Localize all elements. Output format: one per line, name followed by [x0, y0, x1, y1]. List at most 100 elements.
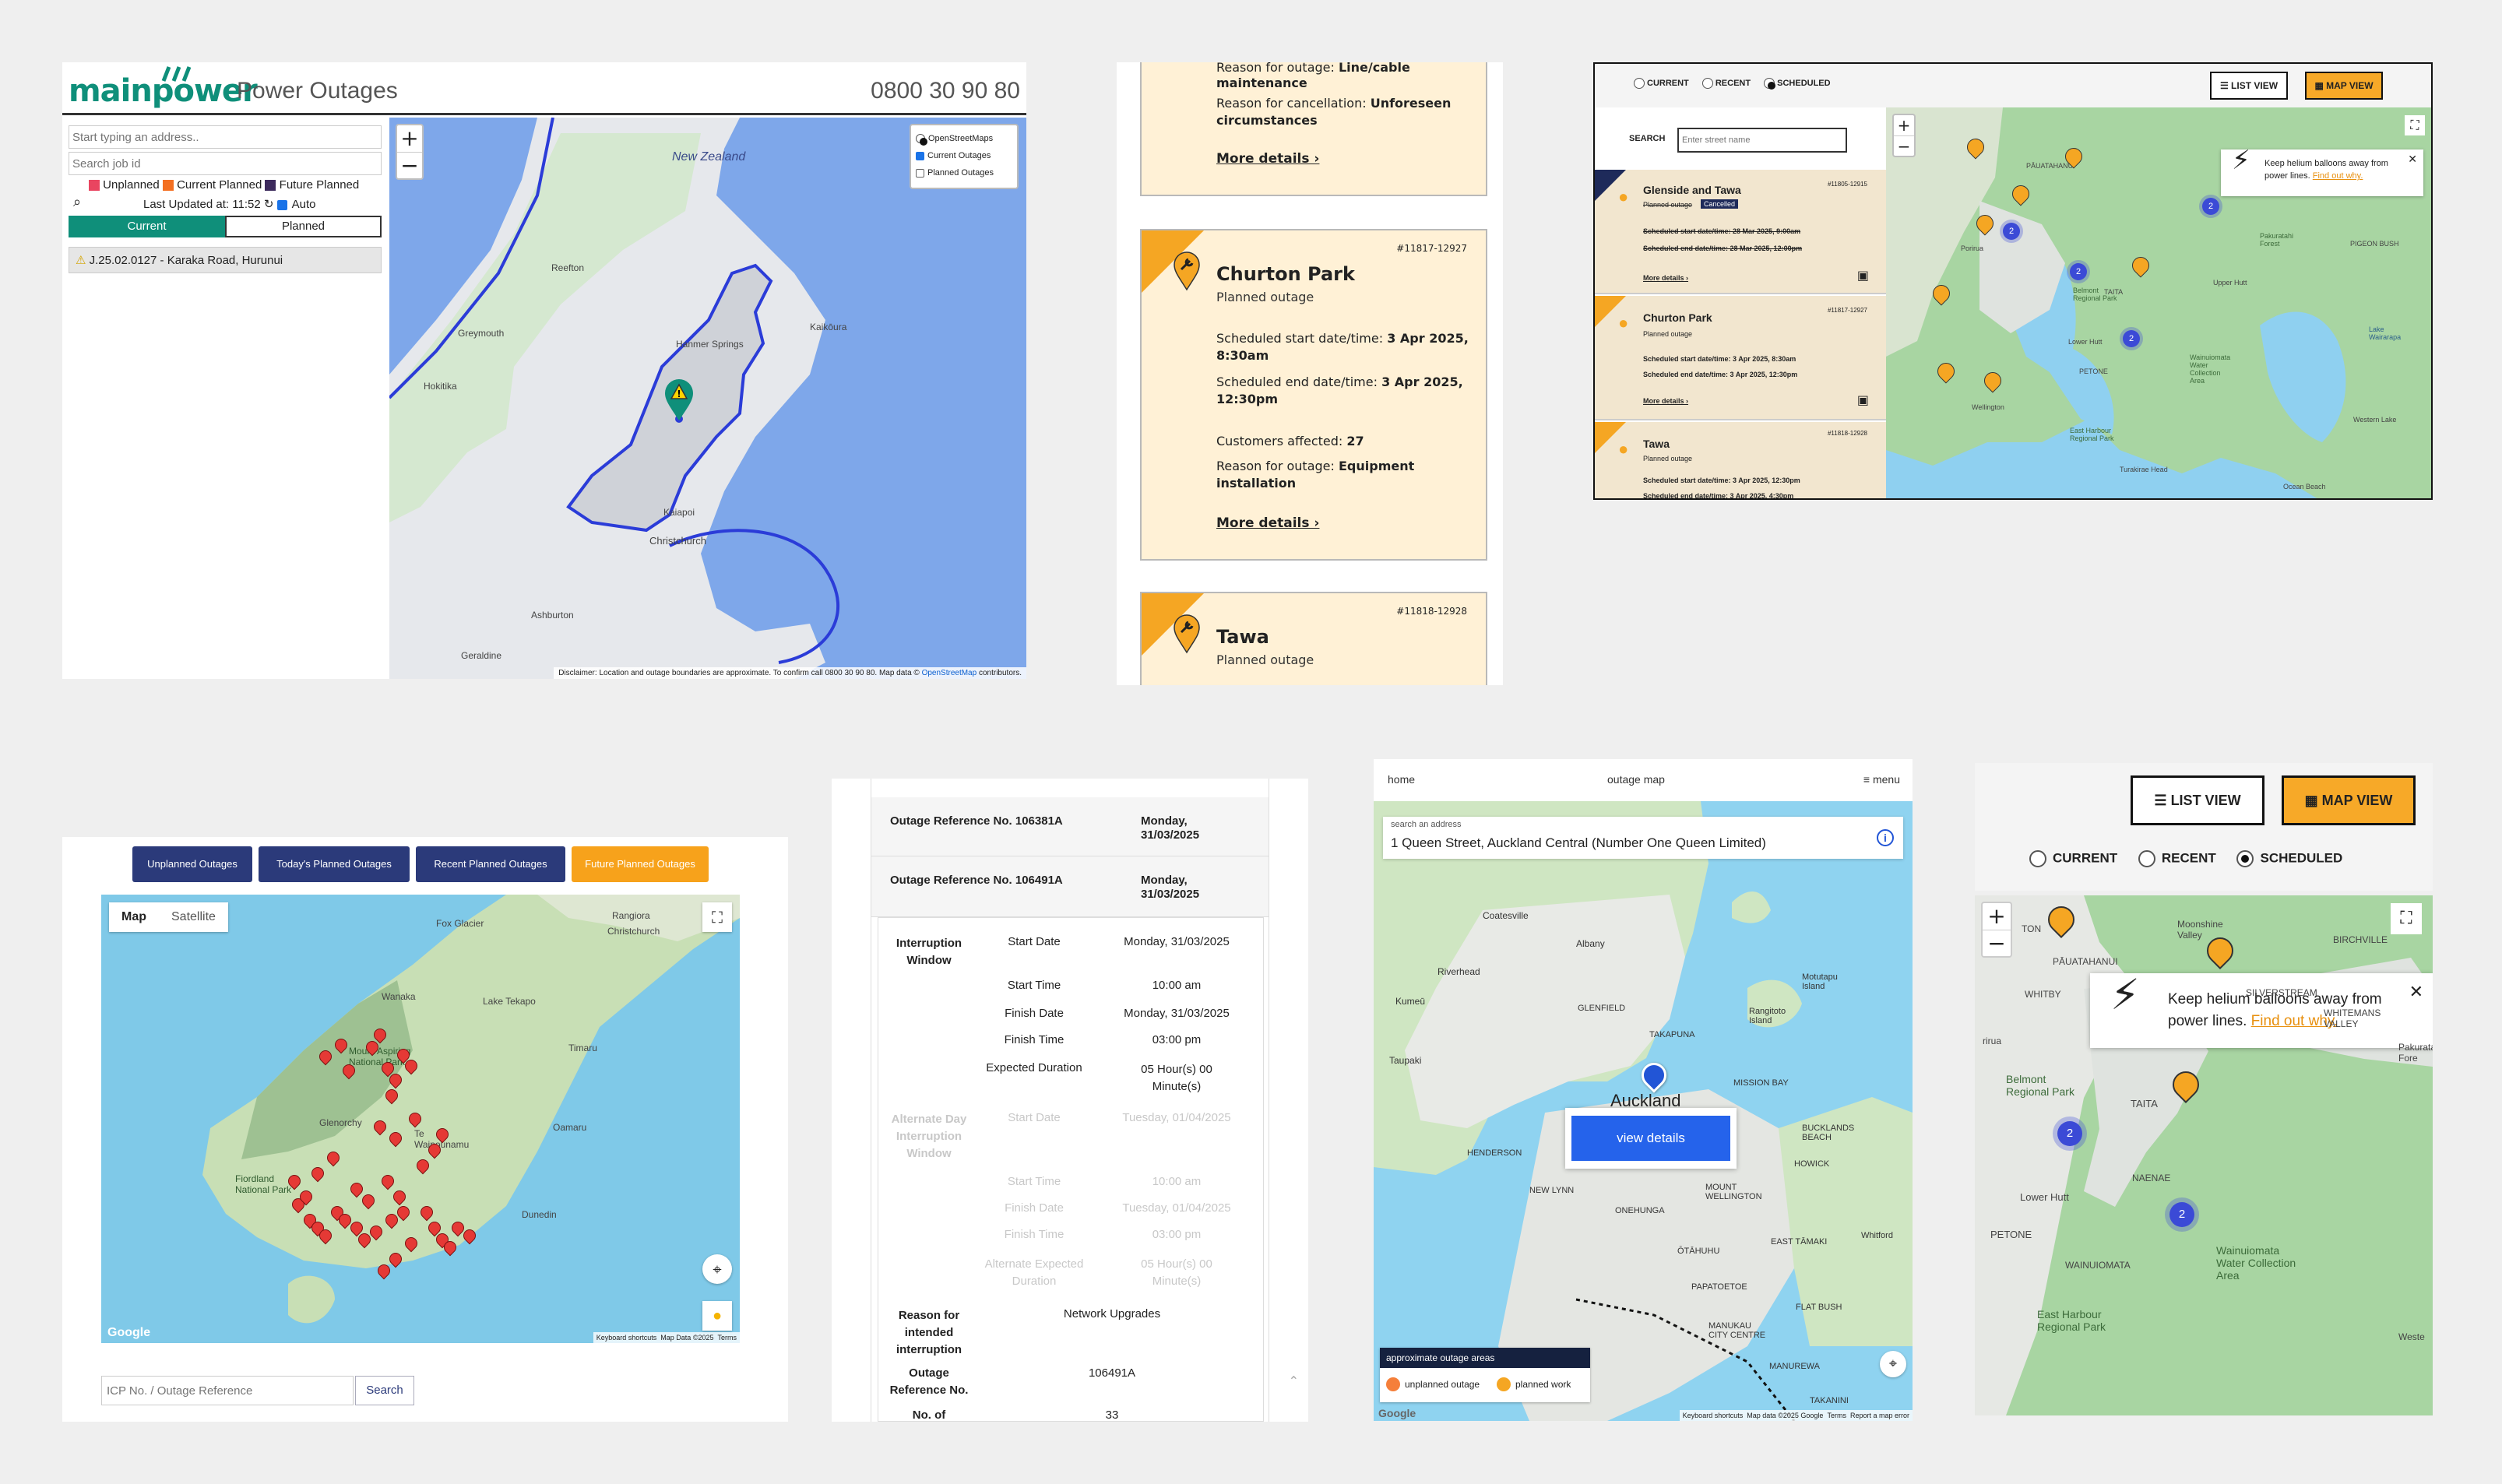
unplanned-outages-button[interactable]: Unplanned Outages: [132, 846, 252, 882]
calendar-icon[interactable]: ▣: [1857, 392, 1869, 407]
wellington-map[interactable]: + − ⛶ ⚡ Keep helium balloons away from pow…: [1886, 107, 2431, 498]
zoom-out-button[interactable]: −: [1894, 135, 1914, 156]
wrench-pin-icon: [1174, 614, 1200, 654]
menu-button[interactable]: ≡ menu: [1863, 773, 1900, 786]
legend: Unplanned Current Planned Future Planned: [89, 178, 359, 192]
outage-card-churton-park[interactable]: #11817-12927 Churton Park Planned outage…: [1140, 229, 1487, 561]
search-button[interactable]: Search: [355, 1376, 414, 1405]
zoom-in-button[interactable]: +: [397, 125, 422, 152]
tab-planned[interactable]: Planned: [225, 216, 382, 237]
outage-list-item[interactable]: ⚠ J.25.02.0127 - Karaka Road, Hurunui: [69, 247, 382, 273]
map-zoom-control[interactable]: + −: [1892, 114, 1916, 157]
zoom-in-button[interactable]: +: [1894, 115, 1914, 135]
more-details-link[interactable]: More details ›: [1643, 397, 1688, 405]
cluster-marker[interactable]: 2: [2169, 1202, 2194, 1227]
outage-type-buttons: Unplanned Outages Today's Planned Outage…: [132, 846, 709, 882]
auto-checkbox[interactable]: [276, 199, 287, 210]
cluster-marker[interactable]: 2: [2202, 198, 2219, 215]
list-item-churton[interactable]: ● Churton Park #11817-12927 Planned outa…: [1595, 296, 1886, 420]
layer-osm[interactable]: OpenStreetMaps: [916, 130, 1012, 147]
pegman-icon[interactable]: ●: [702, 1301, 732, 1331]
radio-recent[interactable]: [1701, 78, 1713, 89]
list-item-tawa[interactable]: ● Tawa #11818-12928 Planned outage Sched…: [1595, 422, 1886, 498]
more-details-link[interactable]: More details ›: [1643, 274, 1688, 282]
future-planned-button[interactable]: Future Planned Outages: [572, 846, 709, 882]
map-zoom-control[interactable]: + −: [1981, 902, 2012, 958]
outage-map-link[interactable]: outage map: [1607, 773, 1665, 786]
place-hokitika: Hokitika: [424, 381, 457, 392]
radio-recent[interactable]: [2138, 850, 2155, 867]
panel-mainpower: mainpower Power Outages 0800 30 90 80 Un…: [62, 62, 1026, 679]
info-icon[interactable]: i: [1877, 829, 1894, 846]
refresh-icon[interactable]: ↻: [264, 197, 274, 211]
cluster-marker[interactable]: 2: [2123, 330, 2140, 347]
more-details-link[interactable]: More details ›: [1216, 515, 1319, 531]
panel-outage-cards: Reason for outage: Line/cable maintenanc…: [1117, 62, 1503, 685]
close-icon[interactable]: ✕: [2409, 981, 2423, 1003]
south-island-map[interactable]: Map Satellite ⛶ Fox Glacier Rangiora Chri…: [101, 895, 740, 1343]
recenter-button[interactable]: ⌖: [1880, 1351, 1906, 1377]
layer-planned[interactable]: Planned Outages: [916, 164, 1012, 181]
home-link[interactable]: home: [1388, 773, 1415, 786]
more-details-link[interactable]: More details ›: [1216, 151, 1319, 167]
zoom-out-button[interactable]: −: [1983, 930, 2011, 956]
outage-card-tawa[interactable]: #11818-12928 Tawa Planned outage: [1140, 592, 1487, 685]
todays-planned-button[interactable]: Today's Planned Outages: [259, 846, 410, 882]
map-type-control: Map Satellite: [109, 902, 228, 932]
layer-current[interactable]: Current Outages: [916, 147, 1012, 164]
outage-marker-icon[interactable]: !: [663, 378, 695, 422]
radio-current[interactable]: [1634, 78, 1645, 89]
map-zoom-control[interactable]: + −: [396, 124, 424, 180]
cluster-marker[interactable]: 2: [2057, 1121, 2082, 1146]
osm-link[interactable]: OpenStreetMap: [922, 669, 977, 677]
scroll-up-icon[interactable]: ⌃: [1289, 1373, 1299, 1388]
recent-planned-button[interactable]: Recent Planned Outages: [416, 846, 565, 882]
wellington-zoom-map[interactable]: + − ⛶ ⚡ Keep helium balloons away from pow…: [1975, 895, 2433, 1415]
address-value[interactable]: 1 Queen Street, Auckland Central (Number…: [1391, 835, 1766, 851]
place-kaiapoi: Kaiapoi: [663, 507, 695, 518]
auckland-map[interactable]: search an address 1 Queen Street, Auckla…: [1374, 801, 1913, 1421]
cluster-marker[interactable]: 2: [2070, 263, 2087, 280]
map-view-button[interactable]: ▦ MAP VIEW: [2282, 775, 2416, 825]
map-view-button[interactable]: ▦ MAP VIEW: [2305, 72, 2383, 100]
radio-scheduled[interactable]: [2236, 850, 2254, 867]
list-view-button[interactable]: ☰ LIST VIEW: [2210, 72, 2288, 100]
address-input[interactable]: [69, 125, 382, 149]
outage-map[interactable]: + − OpenStreetMaps Current Outages Planne…: [389, 118, 1026, 679]
fullscreen-button[interactable]: ⛶: [2405, 115, 2425, 135]
radio-current[interactable]: [2029, 850, 2046, 867]
satellite-tab[interactable]: Satellite: [159, 902, 228, 932]
radio-scheduled[interactable]: [1764, 78, 1776, 90]
view-details-button[interactable]: view details: [1571, 1116, 1730, 1161]
fullscreen-button[interactable]: ⛶: [2391, 903, 2422, 934]
zoom-in-button[interactable]: +: [1983, 903, 2011, 930]
job-id-input[interactable]: [69, 152, 382, 175]
address-search-box[interactable]: search an address 1 Queen Street, Auckla…: [1383, 817, 1903, 859]
fullscreen-button[interactable]: ⛶: [702, 902, 732, 932]
map-tab[interactable]: Map: [109, 902, 159, 932]
table-row[interactable]: Outage Reference No. 106491A Monday, 31/0…: [871, 856, 1269, 917]
recenter-button[interactable]: ⌖: [702, 1254, 732, 1284]
panel-outage-table: Outage Reference No. 106381A Monday, 31/0…: [832, 779, 1308, 1422]
list-pane: SEARCH ● Glenside and Tawa #11805-12915 …: [1595, 107, 1886, 498]
current-planned-swatch: [162, 180, 174, 192]
status-radios: CURRENT RECENT SCHEDULED: [1634, 78, 1831, 90]
cluster-marker[interactable]: 2: [2003, 223, 2020, 240]
svg-text:!: !: [677, 389, 681, 399]
street-search-input[interactable]: [1677, 128, 1847, 153]
layer-control[interactable]: OpenStreetMaps Current Outages Planned O…: [910, 124, 1019, 189]
sidebar: Unplanned Current Planned Future Planned…: [62, 118, 389, 679]
outage-card-cancelled: Reason for outage: Line/cable maintenanc…: [1140, 62, 1487, 196]
tab-current[interactable]: Current: [69, 216, 225, 237]
close-icon[interactable]: ✕: [2408, 153, 2417, 165]
zoom-out-button[interactable]: −: [397, 152, 422, 178]
list-item-glenside[interactable]: ● Glenside and Tawa #11805-12915 Planned…: [1595, 170, 1886, 294]
list-view-button[interactable]: ☰ LIST VIEW: [2131, 775, 2264, 825]
search-icon[interactable]: ⌕: [73, 194, 81, 210]
table-row[interactable]: Outage Reference No. 106381A Monday, 31/0…: [871, 797, 1269, 856]
icp-search-input[interactable]: [101, 1376, 354, 1405]
place-nz: New Zealand: [672, 150, 746, 164]
outage-item-label: J.25.02.0127 - Karaka Road, Hurunui: [89, 254, 283, 267]
calendar-icon[interactable]: ▣: [1857, 268, 1869, 283]
find-out-why-link[interactable]: Find out why.: [2313, 171, 2363, 181]
